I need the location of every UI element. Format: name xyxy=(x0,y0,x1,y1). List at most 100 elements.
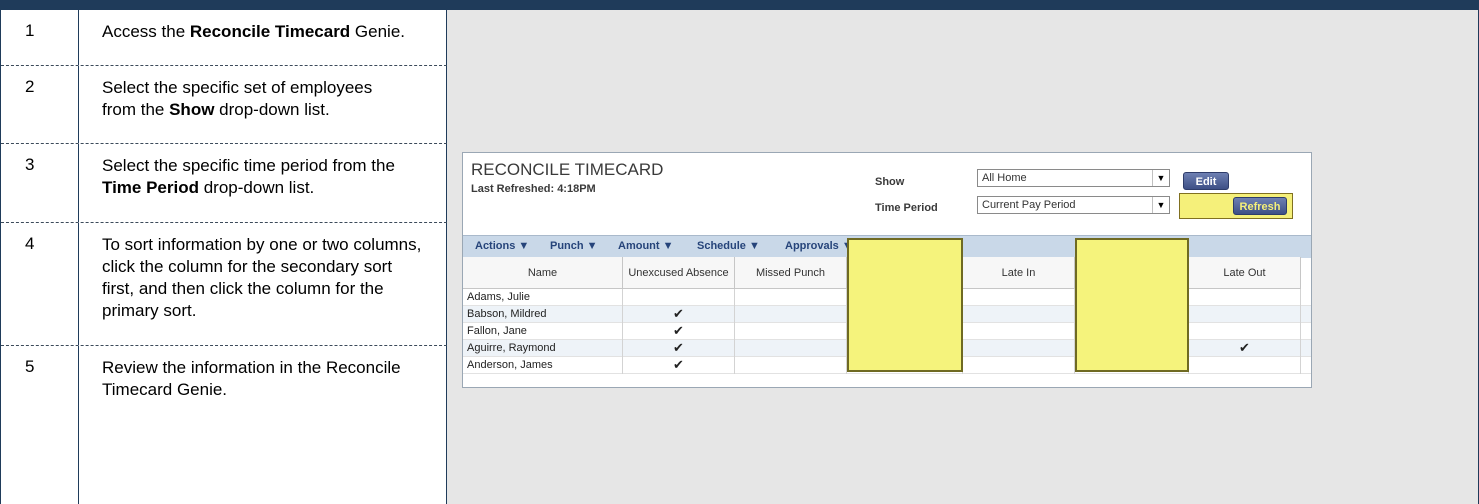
step-number: 1 xyxy=(25,21,35,40)
column-header-name[interactable]: Name xyxy=(463,257,623,289)
empty-cell xyxy=(963,323,1075,340)
empty-cell xyxy=(623,289,735,306)
show-select-value: All Home xyxy=(982,172,1027,184)
menu-actions[interactable]: Actions ▼ xyxy=(475,240,529,252)
empty-cell xyxy=(735,340,847,357)
empty-cell xyxy=(847,340,963,357)
menu-schedule[interactable]: Schedule ▼ xyxy=(697,240,760,252)
menu-person[interactable]: Person ▼ xyxy=(877,240,928,252)
empty-cell xyxy=(963,289,1075,306)
check-icon: ✔ xyxy=(847,289,963,306)
time-period-label: Time Period xyxy=(875,202,938,214)
empty-cell xyxy=(735,357,847,374)
empty-cell xyxy=(735,289,847,306)
early-out-label: Early Out xyxy=(1097,266,1144,279)
step-divider xyxy=(78,223,79,345)
step-text-pre: Select the specific time period from the xyxy=(102,156,395,175)
header-bar xyxy=(0,0,1479,10)
reconcile-timecard-widget: RECONCILE TIMECARD Last Refreshed: 4:18P… xyxy=(462,152,1312,388)
check-icon: ✔ xyxy=(847,323,963,340)
step-divider xyxy=(78,346,79,504)
check-icon: ✔ xyxy=(623,323,735,340)
column-header-unexcused-absence[interactable]: Unexcused Absence xyxy=(623,257,735,289)
time-period-select[interactable]: Current Pay Period ▼ xyxy=(977,196,1170,214)
step-text: Access the Reconcile Timecard Genie. xyxy=(102,21,432,43)
step-text: Select the specific time period from the… xyxy=(102,155,402,199)
step-number: 5 xyxy=(25,357,35,376)
early-in-label: Early In xyxy=(874,266,913,279)
last-refreshed: Last Refreshed: 4:18PM xyxy=(471,183,596,195)
sort-indicator-icon: 2 ▽ xyxy=(918,266,935,278)
employee-name: Adams, Julie xyxy=(463,289,623,306)
table-row[interactable]: Adams, Julie ✔ ✔ xyxy=(463,289,1311,306)
steps-panel: 1 Access the Reconcile Timecard Genie. 2… xyxy=(0,10,447,504)
refresh-button[interactable]: Refresh xyxy=(1233,197,1287,215)
step-text-bold: Time Period xyxy=(102,178,199,197)
menu-approvals[interactable]: Approvals ▼ xyxy=(785,240,853,252)
step-text-bold: Show xyxy=(169,100,215,119)
chevron-down-icon: ▼ xyxy=(1152,170,1169,186)
step-text: To sort information by one or two column… xyxy=(102,235,422,320)
employee-name: Fallon, Jane xyxy=(463,323,623,340)
empty-cell xyxy=(1189,289,1301,306)
empty-cell xyxy=(735,323,847,340)
empty-cell xyxy=(1189,306,1301,323)
edit-button[interactable]: Edit xyxy=(1183,172,1229,190)
action-menubar: Actions ▼ Punch ▼ Amount ▼ Schedule ▼ Ap… xyxy=(463,235,1311,258)
employee-name: Aguirre, Raymond xyxy=(463,340,623,357)
step-4: 4 To sort information by one or two colu… xyxy=(1,223,447,346)
step-text-post: drop-down list. xyxy=(199,178,315,197)
step-text-pre: Access the xyxy=(102,22,190,41)
step-3: 3 Select the specific time period from t… xyxy=(1,144,447,223)
empty-cell xyxy=(735,306,847,323)
step-text-post: Genie. xyxy=(350,22,406,41)
table-row[interactable]: Fallon, Jane ✔ ✔ xyxy=(463,323,1311,340)
column-header-early-in[interactable]: Early In 2 ▽ xyxy=(847,257,963,289)
employee-name: Anderson, James xyxy=(463,357,623,374)
step-number: 4 xyxy=(25,234,35,253)
empty-cell xyxy=(963,340,1075,357)
column-header-early-out[interactable]: Early Out 1 ▽ xyxy=(1075,257,1189,289)
check-icon: ✔ xyxy=(623,306,735,323)
step-text: Select the specific set of employees fro… xyxy=(102,77,402,121)
table-row[interactable]: Aguirre, Raymond ✔ ✔ xyxy=(463,340,1311,357)
menu-amount[interactable]: Amount ▼ xyxy=(618,240,674,252)
empty-cell xyxy=(1189,357,1301,374)
employee-name: Babson, Mildred xyxy=(463,306,623,323)
step-text: Review the information in the Reconcile … xyxy=(102,358,401,399)
column-header-late-in[interactable]: Late In xyxy=(963,257,1075,289)
step-text-bold: Reconcile Timecard xyxy=(189,22,351,41)
show-select[interactable]: All Home ▼ xyxy=(977,169,1170,187)
step-1: 1 Access the Reconcile Timecard Genie. xyxy=(1,10,447,66)
menu-punch[interactable]: Punch ▼ xyxy=(550,240,598,252)
table-row[interactable]: Anderson, James ✔ xyxy=(463,357,1311,374)
column-header-late-out[interactable]: Late Out xyxy=(1189,257,1301,289)
empty-cell xyxy=(1189,323,1301,340)
time-period-select-value: Current Pay Period xyxy=(982,199,1076,211)
step-number: 2 xyxy=(25,77,35,96)
widget-title: RECONCILE TIMECARD xyxy=(471,160,664,179)
show-label: Show xyxy=(875,176,905,188)
check-icon: ✔ xyxy=(1075,306,1189,323)
step-number: 3 xyxy=(25,155,35,174)
empty-cell xyxy=(963,357,1075,374)
check-icon: ✔ xyxy=(623,340,735,357)
step-divider xyxy=(78,10,79,65)
column-header-missed-punch[interactable]: Missed Punch xyxy=(735,257,847,289)
step-divider xyxy=(78,66,79,143)
empty-cell xyxy=(1075,323,1189,340)
sort-indicator-icon: 1 ▽ xyxy=(1149,266,1166,278)
step-2: 2 Select the specific set of employees f… xyxy=(1,66,447,144)
check-icon: ✔ xyxy=(623,357,735,374)
step-text-post: drop-down list. xyxy=(214,100,330,119)
table-row[interactable]: Babson, Mildred ✔ ✔ ✔ xyxy=(463,306,1311,323)
step-5: 5 Review the information in the Reconcil… xyxy=(1,346,447,504)
chevron-down-icon: ▼ xyxy=(1152,197,1169,213)
check-icon: ✔ xyxy=(847,306,963,323)
check-icon: ✔ xyxy=(1075,289,1189,306)
empty-cell xyxy=(1075,357,1189,374)
empty-cell xyxy=(847,357,963,374)
check-icon: ✔ xyxy=(1189,340,1301,357)
empty-cell xyxy=(1075,340,1189,357)
empty-cell xyxy=(963,306,1075,323)
